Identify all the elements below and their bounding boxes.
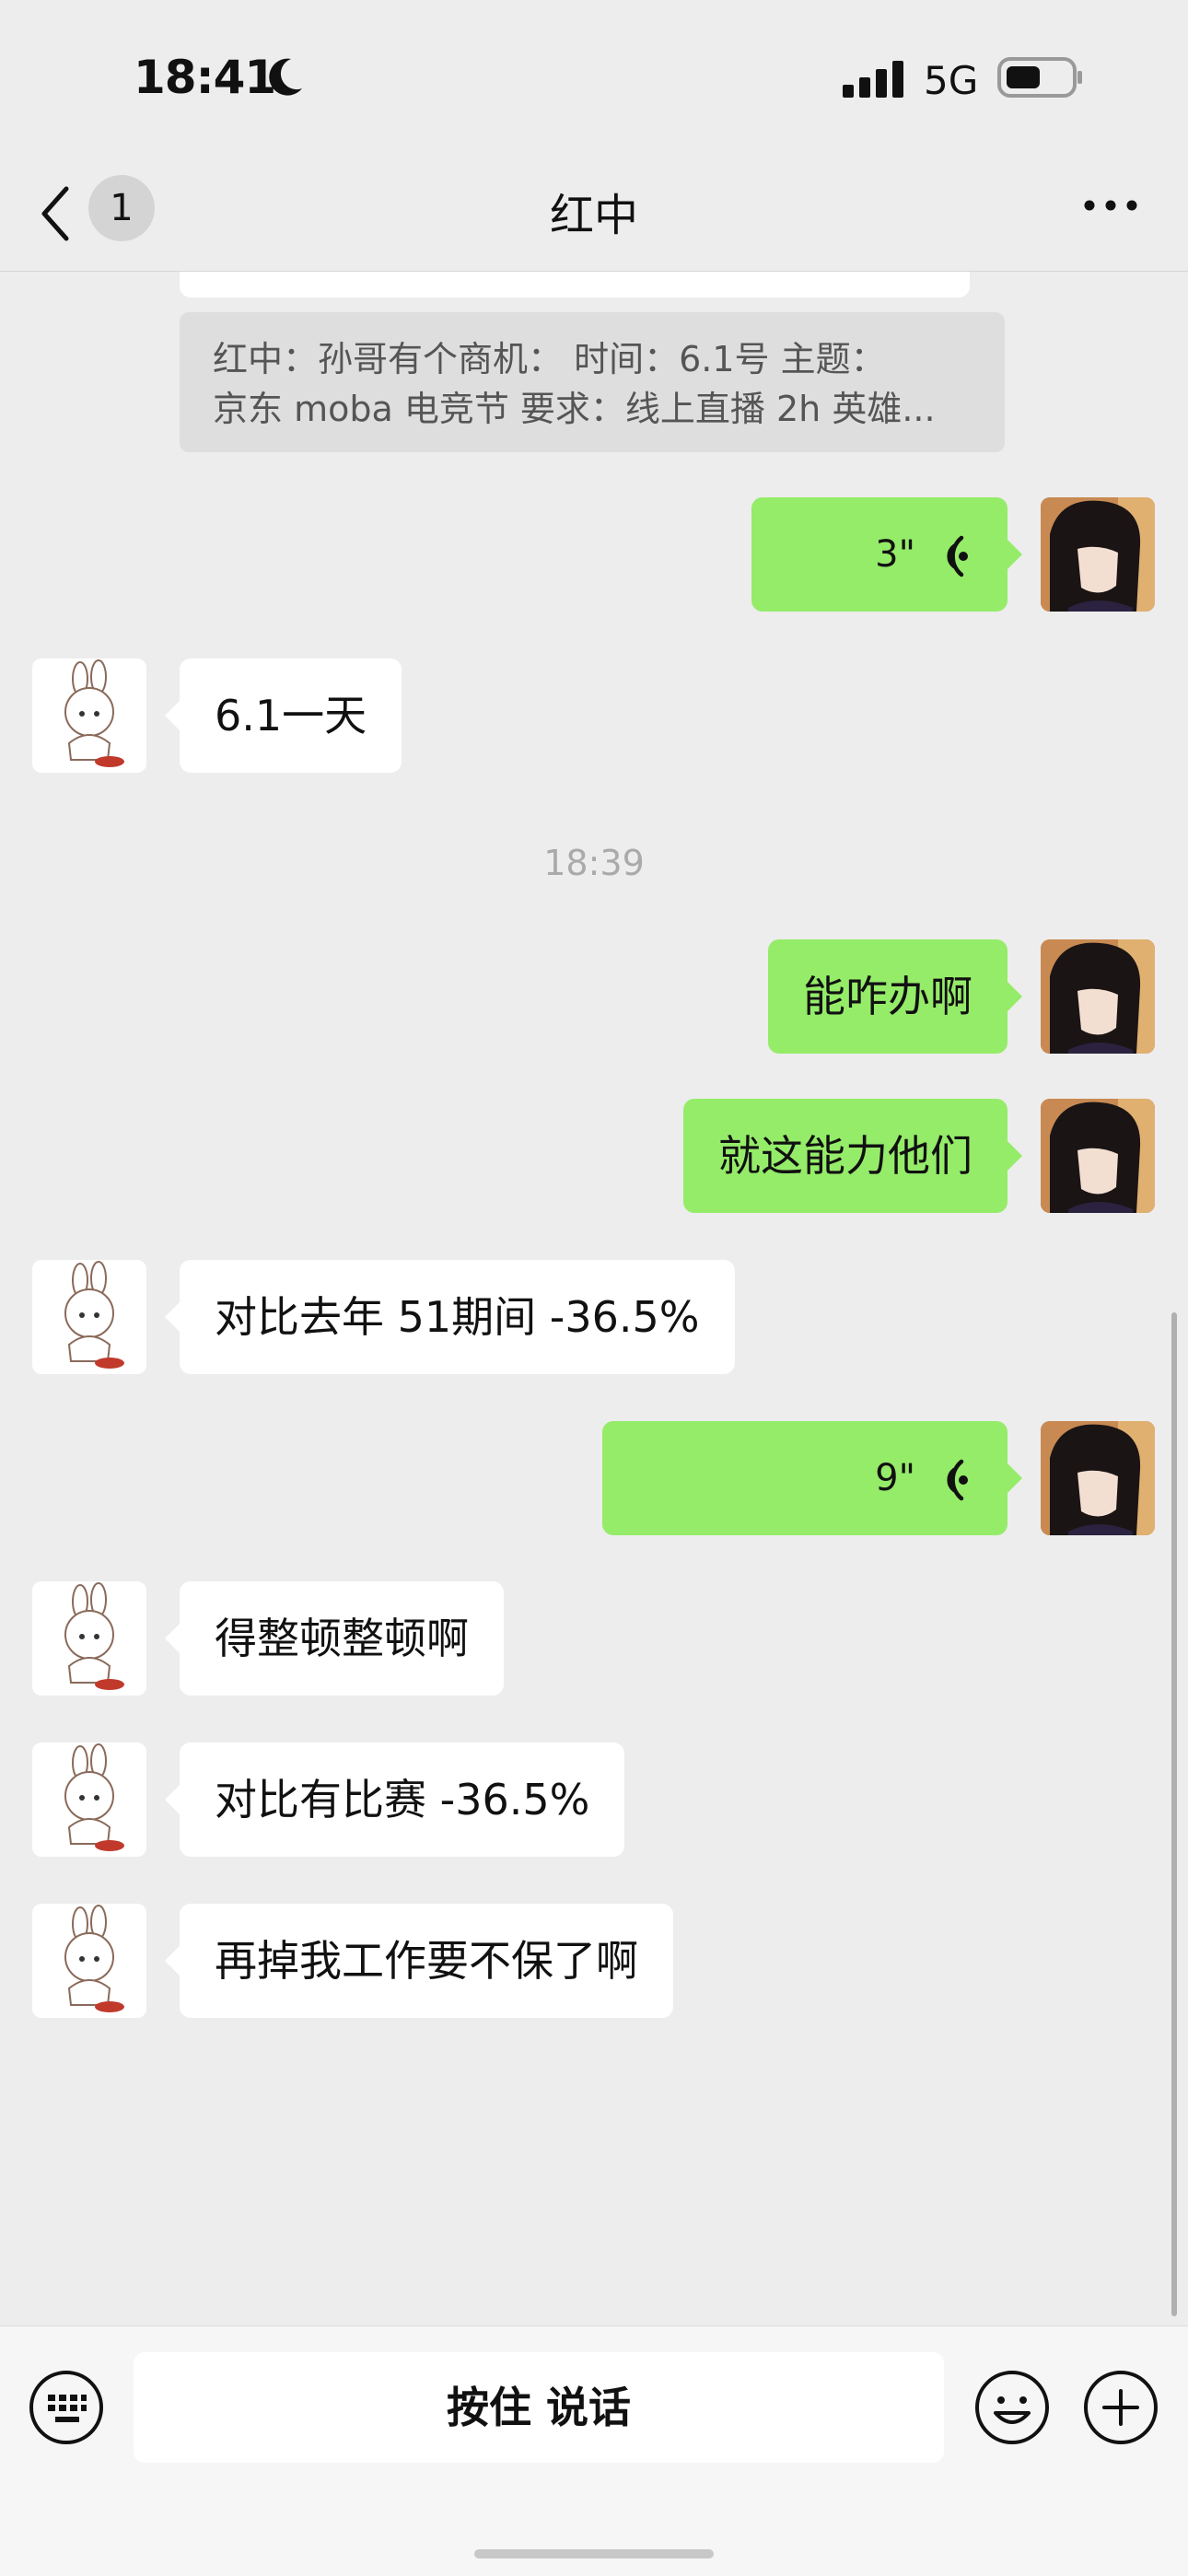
message-bubble[interactable]: 6.1一天	[164, 659, 402, 773]
home-indicator[interactable]	[474, 2549, 714, 2559]
contact-avatar[interactable]	[32, 659, 146, 773]
my-avatar[interactable]	[1041, 1421, 1155, 1535]
message-bubble[interactable]: 再掉我工作要不保了啊	[165, 1904, 673, 2018]
message-bubble[interactable]: 对比有比赛 -36.5%	[164, 1743, 625, 1857]
status-bar: 18:41 5G	[0, 0, 1188, 157]
signal-icon	[843, 61, 903, 98]
network-type: 5G	[924, 58, 979, 103]
battery-icon	[997, 57, 1082, 98]
my-avatar[interactable]	[1041, 497, 1155, 612]
quoted-message[interactable]: 红中：孙哥有个商机： 时间：6.1号 主题： 京东 moba 电竞节 要求：线上…	[180, 312, 1005, 452]
voice-message[interactable]: 3"	[751, 497, 1022, 612]
contact-avatar[interactable]	[32, 1581, 146, 1696]
avatar-image	[1041, 1099, 1155, 1213]
my-avatar[interactable]	[1041, 1099, 1155, 1213]
voice-wave-icon	[947, 1459, 968, 1501]
message-list[interactable]: 红中：孙哥有个商机： 时间：6.1号 主题： 京东 moba 电竞节 要求：线上…	[0, 272, 1188, 2325]
chat-title: 红中	[549, 190, 638, 241]
input-bar: 按住 说话	[0, 2325, 1188, 2576]
emoji-icon[interactable]	[973, 2369, 1051, 2446]
timestamp: 18:39	[543, 843, 645, 883]
push-to-talk-button[interactable]: 按住 说话	[134, 2352, 944, 2463]
avatar-image	[64, 1582, 124, 1690]
avatar-image	[1041, 497, 1155, 612]
contact-avatar[interactable]	[32, 1743, 146, 1857]
avatar-image	[64, 1905, 124, 2012]
avatar-image	[1041, 939, 1155, 1054]
message-bubble[interactable]: 得整顿整顿啊	[165, 1581, 504, 1696]
avatar-image	[1041, 1421, 1155, 1535]
message-bubble[interactable]: 能咋办啊	[768, 939, 1022, 1054]
more-icon[interactable]	[1083, 199, 1138, 212]
moon-icon	[269, 58, 302, 96]
message-bubble[interactable]: 对比去年 51期间 -36.5%	[165, 1260, 735, 1374]
avatar-image	[64, 1743, 124, 1851]
status-time: 18:41	[134, 51, 276, 104]
voice-wave-icon	[947, 535, 968, 577]
add-icon[interactable]	[1082, 2369, 1159, 2446]
avatar-image	[64, 659, 124, 767]
quote-line-1: 红中：孙哥有个商机： 时间：6.1号 主题：	[213, 339, 886, 379]
message-bubble[interactable]: 就这能力他们	[683, 1099, 1022, 1213]
voice-duration: 3"	[875, 533, 915, 576]
keyboard-icon[interactable]	[28, 2369, 105, 2446]
voice-message[interactable]: 9"	[602, 1421, 1022, 1535]
contact-avatar[interactable]	[32, 1260, 146, 1374]
my-avatar[interactable]	[1041, 939, 1155, 1054]
voice-duration: 9"	[875, 1457, 915, 1499]
contact-avatar[interactable]	[32, 1904, 146, 2018]
scrollbar[interactable]	[1171, 1312, 1177, 2316]
avatar-image	[64, 1261, 124, 1369]
message-bubble-partial	[180, 272, 970, 297]
quote-line-2: 京东 moba 电竞节 要求：线上直播 2h 英雄...	[213, 389, 936, 429]
